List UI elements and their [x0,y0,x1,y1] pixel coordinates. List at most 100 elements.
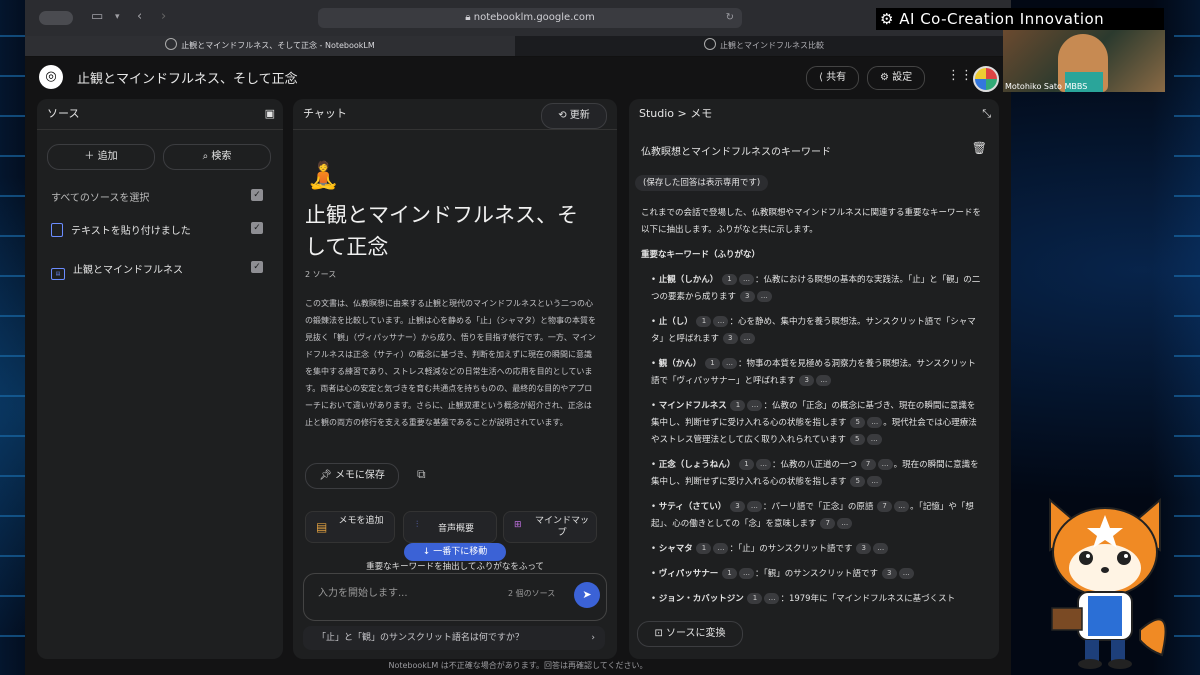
citation-chip[interactable]: 5 [850,476,866,487]
notebook-summary: この文書は、仏教瞑想に由来する止観と現代のマインドフルネスという二つの心の鍛錬法… [305,299,596,427]
more-citations-chip[interactable]: … [898,568,914,579]
brand-banner: ⚙ AI Co-Creation Innovation [876,8,1164,30]
note-icon: ▤ [316,520,328,534]
more-citations-chip[interactable]: … [755,459,771,470]
back-icon[interactable]: ‹ [137,9,142,24]
tab-notebooklm[interactable]: 止観とマインドフルネス、そして正念 - NotebookLM [25,36,515,56]
scroll-to-bottom-button[interactable]: ↓ 一番下に移動 [404,543,506,561]
more-citations-chip[interactable]: … [866,434,882,445]
citation-chip[interactable]: 7 [820,518,836,529]
mind-map-button[interactable]: ⊞ マインドマップ [503,511,597,543]
refresh-button[interactable]: ⟲ 更新 [541,103,607,129]
more-citations-chip[interactable]: … [739,333,755,344]
search-sources-button[interactable]: ⌕ 検索 [163,144,271,170]
more-citations-chip[interactable]: … [713,543,729,554]
more-citations-chip[interactable]: … [867,417,883,428]
citation-chip[interactable]: 3 [729,501,745,512]
citation-chip[interactable]: 1 [730,400,746,411]
settings-button[interactable]: ⚙ 設定 [867,66,926,90]
more-citations-chip[interactable]: … [894,501,910,512]
citation-chip[interactable]: 7 [877,501,893,512]
citation-chip[interactable]: 7 [860,459,876,470]
notebooklm-logo[interactable]: ◎ [39,65,63,89]
waveform-icon: ⫶ [416,520,419,530]
citation-chip[interactable]: 1 [738,459,754,470]
sidebar-toggle-icon[interactable]: ▭ [91,9,103,24]
keyword-term: 観（かん） [658,359,702,369]
chevron-right-icon[interactable]: › [591,626,595,650]
more-citations-chip[interactable]: … [747,400,763,411]
keyword-term: マインドフルネス [658,401,727,411]
favicon-icon [704,38,716,50]
more-citations-chip[interactable]: … [713,316,729,327]
suggested-question[interactable]: 「止」と「観」のサンスクリット語名は何ですか？ › [303,626,605,650]
citation-chip[interactable]: 5 [849,434,865,445]
keyword-description: ：仏教の八正道の一つ [771,460,857,470]
citation-chip[interactable]: 1 [721,568,737,579]
citation-chip[interactable]: 3 [722,333,738,344]
source-item[interactable]: テキストを貼り付けました [51,222,191,237]
send-button[interactable]: ➤ [574,582,600,608]
chevron-down-icon[interactable]: ▾ [115,12,120,22]
sources-title: ソース [47,107,80,120]
note-title: 仏教瞑想とマインドフルネスのキーワード [641,147,831,158]
address-bar[interactable]: 🔒︎ notebooklm.google.com ↻ [318,8,742,28]
source-item[interactable]: ▤ 止観とマインドフルネス [51,261,183,280]
save-to-note-button[interactable]: 📌︎ メモに保存 [305,463,399,489]
citation-chip[interactable]: 3 [739,291,755,302]
keyword-description: ：パーリ語で「正念」の原語 [762,502,874,512]
more-citations-chip[interactable]: … [738,568,754,579]
window-controls[interactable] [39,11,73,25]
reload-icon[interactable]: ↻ [726,8,734,28]
more-citations-chip[interactable]: … [756,291,772,302]
more-citations-chip[interactable]: … [877,459,893,470]
more-citations-chip[interactable]: … [746,501,762,512]
citation-chip[interactable]: 1 [721,274,737,285]
collapse-panel-icon[interactable]: ▣ [265,99,275,129]
audio-overview-button[interactable]: ⫶ 音声概要 [403,511,497,543]
convert-to-source-button[interactable]: ⊡ ソースに変換 [637,621,743,647]
citation-chip[interactable]: 3 [881,568,897,579]
trash-icon[interactable]: 🗑︎ [972,141,987,155]
avatar[interactable] [973,66,999,92]
more-citations-chip[interactable]: … [764,593,780,604]
more-citations-chip[interactable]: … [837,518,853,529]
collapse-icon[interactable]: ⤡ [982,99,991,129]
citation-chip[interactable]: 1 [696,316,712,327]
chat-input[interactable]: 入力を開始します... 2 個のソース ➤ [303,573,607,621]
add-source-button[interactable]: ＋ 追加 [47,144,155,170]
tab-comparison[interactable]: 止観とマインドフルネス比較 [517,36,1011,56]
add-note-button[interactable]: ▤ メモを追加 [305,511,395,543]
disclaimer: NotebookLM は不正確な場合があります。回答は再確認してください。 [388,661,648,670]
citation-chip[interactable]: 5 [850,417,866,428]
web-source-icon: ▤ [51,268,65,280]
citation-chip[interactable]: 3 [856,543,872,554]
citation-chip[interactable]: 3 [799,375,815,386]
source-checkbox[interactable]: ✓ [251,222,263,234]
share-button[interactable]: ⟨ 共有 [806,66,860,90]
more-citations-chip[interactable]: … [816,375,832,386]
citation-chip[interactable]: 1 [747,593,763,604]
gear-logo-icon: ⚙ [880,10,894,28]
suggestion-text: 「止」と「観」のサンスクリット語名は何ですか？ [317,633,524,643]
document-icon [51,223,63,237]
brand-text: AI Co-Creation Innovation [899,10,1105,28]
more-citations-chip[interactable]: … [873,543,889,554]
citation-chip[interactable]: 1 [704,358,720,369]
source-count: 2 ソース [305,270,337,279]
notebook-title[interactable]: 止観とマインドフルネス、そして正念 [77,68,298,87]
copy-icon[interactable]: ⧉ [417,467,426,482]
keyword-term: サティ（さてい） [658,502,727,512]
fox-mascot-icon [1049,497,1167,669]
more-citations-chip[interactable]: … [738,274,754,285]
keyword-item: • サティ（さてい） 3… ：パーリ語で「正念」の原語 7… 。「記憶」や「想起」、… [651,501,974,529]
more-citations-chip[interactable]: … [867,476,883,487]
more-citations-chip[interactable]: … [721,358,737,369]
citation-chip[interactable]: 1 [696,543,712,554]
pin-icon: 📌︎ [319,470,335,481]
source-checkbox[interactable]: ✓ [251,261,263,273]
select-all-checkbox[interactable]: ✓ [251,189,263,201]
browser-window: ▭ ▾ ‹ › 🔒︎ notebooklm.google.com ↻ 止観とマイ… [25,0,1011,675]
forward-icon[interactable]: › [161,9,166,24]
apps-grid-icon[interactable]: ⋮⋮ [947,68,973,83]
